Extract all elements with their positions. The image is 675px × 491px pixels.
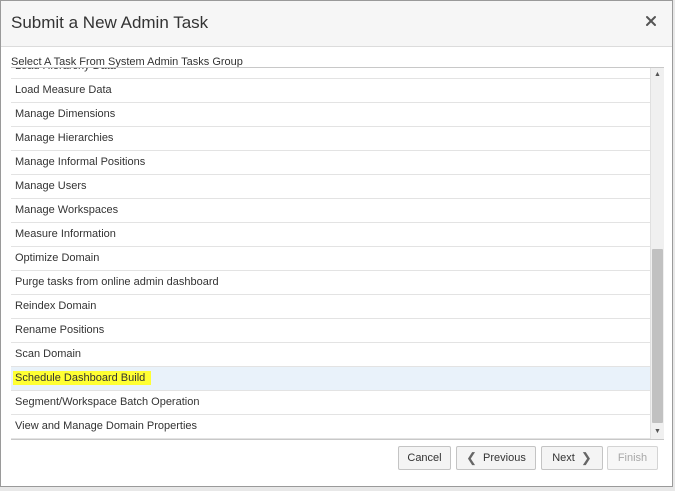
task-list-item-label: Purge tasks from online admin dashboard bbox=[15, 276, 219, 288]
task-list-item[interactable]: Manage Dimensions bbox=[11, 103, 650, 127]
task-list-item-label: Manage Dimensions bbox=[15, 108, 116, 120]
task-list-item-label: Manage Users bbox=[15, 180, 87, 192]
previous-button[interactable]: ❮ Previous bbox=[456, 446, 536, 470]
scroll-up-arrow-icon[interactable]: ▲ bbox=[651, 68, 664, 82]
finish-button-label: Finish bbox=[617, 452, 648, 464]
task-list-item[interactable]: View and Manage Domain Properties bbox=[11, 415, 650, 439]
task-list-item-label: Manage Hierarchies bbox=[15, 132, 114, 144]
task-list-item-label: Schedule Dashboard Build bbox=[13, 371, 152, 385]
task-list-item[interactable]: Load Measure Data bbox=[11, 79, 650, 103]
task-list-item-label: View and Manage Domain Properties bbox=[15, 420, 198, 432]
task-list-item[interactable]: Manage Informal Positions bbox=[11, 151, 650, 175]
chevron-right-icon: ❯ bbox=[580, 450, 592, 465]
scrollbar-thumb[interactable] bbox=[652, 249, 663, 423]
task-list-scrollbar[interactable]: ▲ ▼ bbox=[650, 68, 664, 439]
task-list-item-label: Rename Positions bbox=[15, 324, 105, 336]
task-list-item[interactable]: Purge tasks from online admin dashboard bbox=[11, 271, 650, 295]
task-list-item-label: Measure Information bbox=[15, 228, 116, 240]
task-list-item-label: Scan Domain bbox=[15, 348, 82, 360]
task-list-item[interactable]: Manage Workspaces bbox=[11, 199, 650, 223]
task-list-item[interactable]: Load Hierarchy Data bbox=[11, 68, 650, 79]
task-list-frame: Load Hierarchy Data Load Measure Data Mana… bbox=[11, 67, 664, 440]
task-list-item[interactable]: Scan Domain bbox=[11, 343, 650, 367]
task-list-item[interactable]: Schedule Dashboard Build bbox=[11, 367, 650, 391]
scroll-down-arrow-icon[interactable]: ▼ bbox=[651, 425, 664, 439]
admin-task-dialog: Submit a New Admin Task Select A Task Fr… bbox=[0, 0, 673, 487]
chevron-left-icon: ❮ bbox=[466, 450, 478, 465]
task-list-item-label: Segment/Workspace Batch Operation bbox=[15, 396, 200, 408]
task-list-item[interactable]: Manage Users bbox=[11, 175, 650, 199]
finish-button[interactable]: Finish bbox=[607, 446, 658, 470]
previous-button-label: Previous bbox=[483, 452, 526, 464]
task-list-item[interactable]: Segment/Workspace Batch Operation bbox=[11, 391, 650, 415]
close-icon[interactable] bbox=[644, 14, 658, 28]
task-list-item-label: Load Measure Data bbox=[15, 84, 112, 96]
task-list-item[interactable]: Measure Information bbox=[11, 223, 650, 247]
task-list: Load Hierarchy Data Load Measure Data Mana… bbox=[11, 68, 650, 439]
dialog-header: Submit a New Admin Task bbox=[1, 1, 672, 47]
next-button[interactable]: Next ❯ bbox=[541, 446, 603, 470]
cancel-button-label: Cancel bbox=[407, 452, 442, 464]
task-list-item-label: Load Hierarchy Data bbox=[15, 68, 116, 72]
task-list-item[interactable]: Rename Positions bbox=[11, 319, 650, 343]
task-list-item-label: Optimize Domain bbox=[15, 252, 100, 264]
task-list-item-label: Manage Workspaces bbox=[15, 204, 119, 216]
cancel-button[interactable]: Cancel bbox=[398, 446, 451, 470]
task-list-item[interactable]: Optimize Domain bbox=[11, 247, 650, 271]
dialog-title: Submit a New Admin Task bbox=[11, 13, 209, 32]
task-list-item-label: Manage Informal Positions bbox=[15, 156, 146, 168]
task-list-item[interactable]: Manage Hierarchies bbox=[11, 127, 650, 151]
task-list-item[interactable]: Reindex Domain bbox=[11, 295, 650, 319]
task-list-item-label: Reindex Domain bbox=[15, 300, 97, 312]
next-button-label: Next bbox=[552, 452, 575, 464]
